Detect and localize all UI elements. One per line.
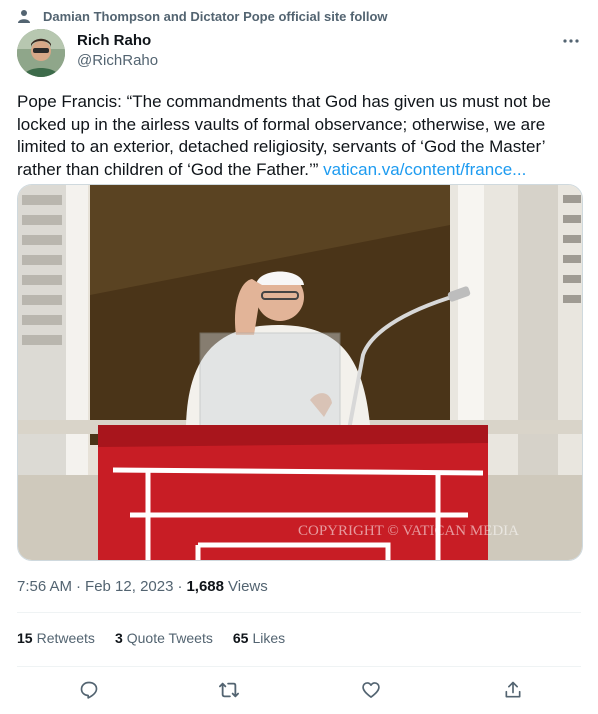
engagement-stats: 15 Retweets 3 Quote Tweets 65 Likes xyxy=(17,630,285,646)
tweet-link[interactable]: vatican.va/content/france... xyxy=(323,160,526,179)
quote-tweets-label: Quote Tweets xyxy=(126,630,213,646)
reply-icon[interactable] xyxy=(77,678,101,702)
like-icon[interactable] xyxy=(359,678,383,702)
likes-label: Likes xyxy=(252,630,286,646)
likes-stat[interactable]: 65 Likes xyxy=(233,630,285,646)
action-bar xyxy=(17,678,581,704)
display-name[interactable]: Rich Raho xyxy=(77,31,158,51)
tweet-date[interactable]: Feb 12, 2023 xyxy=(85,578,173,595)
author-names[interactable]: Rich Raho @RichRaho xyxy=(77,31,158,71)
image-watermark: COPYRIGHT © VATICAN MEDIA xyxy=(298,523,519,539)
views-label: Views xyxy=(228,578,268,595)
avatar[interactable] xyxy=(17,29,65,77)
likes-count: 65 xyxy=(232,630,249,646)
social-context[interactable]: Damian Thompson and Dictator Pope offici… xyxy=(17,6,388,26)
views-count: 1,688 xyxy=(186,578,224,595)
tweet-photo[interactable]: COPYRIGHT © VATICAN MEDIA xyxy=(17,184,583,561)
tweet-text: Pope Francis: “The commandments that God… xyxy=(17,91,577,181)
divider-bottom xyxy=(17,666,581,667)
share-icon[interactable] xyxy=(501,678,525,702)
meta-separator: · xyxy=(76,578,82,595)
divider-top xyxy=(17,612,581,613)
retweets-stat[interactable]: 15 Retweets xyxy=(17,630,95,646)
tweet-meta: 7:56 AM · Feb 12, 2023 · 1,688 Views xyxy=(17,578,268,595)
quote-tweets-count: 3 xyxy=(114,630,123,646)
retweets-count: 15 xyxy=(17,630,33,646)
retweets-label: Retweets xyxy=(36,630,95,646)
handle[interactable]: @RichRaho xyxy=(77,51,158,71)
social-context-text: Damian Thompson and Dictator Pope offici… xyxy=(43,8,388,24)
person-icon xyxy=(17,9,31,23)
tweet-time[interactable]: 7:56 AM xyxy=(17,578,72,595)
more-icon[interactable] xyxy=(561,33,581,49)
tweet-header: Rich Raho @RichRaho xyxy=(17,29,581,77)
retweet-icon[interactable] xyxy=(217,678,241,702)
meta-separator-2: · xyxy=(177,578,183,595)
quote-tweets-stat[interactable]: 3 Quote Tweets xyxy=(115,630,213,646)
